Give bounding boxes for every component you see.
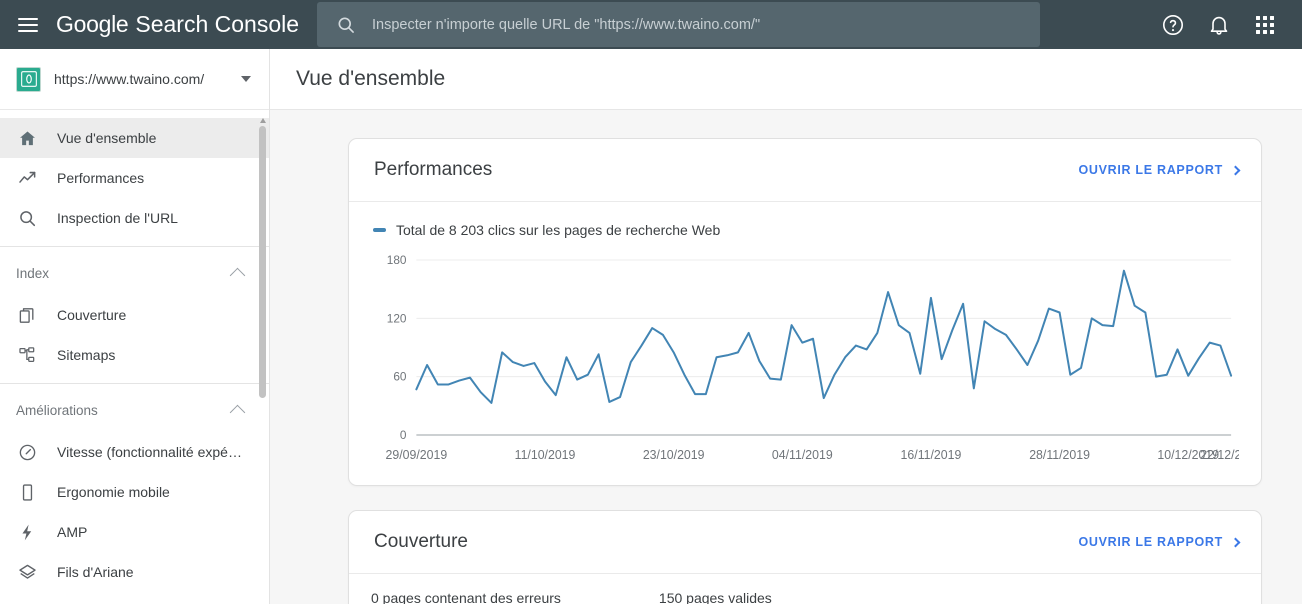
- chevron-up-icon[interactable]: [229, 267, 246, 283]
- help-circle-icon[interactable]: [1150, 0, 1196, 49]
- svg-text:60: 60: [393, 370, 407, 384]
- sidebar-scroll-area: Vue d'ensemble Performances Inspection d…: [0, 110, 269, 604]
- scroll-up-arrow-icon[interactable]: [259, 116, 266, 124]
- sidebar-item-label: Ergonomie mobile: [57, 484, 170, 500]
- clicks-line-chart[interactable]: 0 60 120 180 29/09/2019 11/10/2019 23/10/2019 0…: [371, 248, 1239, 473]
- performance-open-report-link[interactable]: Ouvrir le rapport: [1078, 163, 1241, 177]
- svg-text:0: 0: [400, 428, 407, 442]
- sidebar-item-label: Performances: [57, 170, 145, 186]
- url-inspection-search-bar[interactable]: [317, 2, 1040, 47]
- svg-text:22/12/2019: 22/12/2019: [1200, 448, 1239, 462]
- header-actions: [1150, 0, 1288, 49]
- search-icon: [16, 209, 38, 228]
- sidebar-item-fils-dariane[interactable]: Fils d'Ariane: [0, 552, 269, 592]
- sidebar-item-vue-densemble[interactable]: Vue d'ensemble: [0, 118, 269, 158]
- performance-card-title: Performances: [374, 159, 493, 180]
- sidebar: https://www.twaino.com/ Vue d'ensemble P…: [0, 49, 270, 604]
- sidebar-item-sitemaps[interactable]: Sitemaps: [0, 335, 269, 375]
- svg-text:180: 180: [387, 253, 407, 267]
- hamburger-menu-icon[interactable]: [18, 13, 42, 37]
- cards-container: Performances Ouvrir le rapport Total de …: [270, 110, 1302, 604]
- property-selector[interactable]: https://www.twaino.com/: [0, 49, 269, 110]
- coverage-errors-stat: 0 pages contenant des erreurs: [371, 590, 561, 604]
- sidebar-section-title: Améliorations: [16, 402, 98, 418]
- sidebar-item-couverture[interactable]: Couverture: [0, 295, 269, 335]
- coverage-open-report-link[interactable]: Ouvrir le rapport: [1078, 535, 1241, 549]
- sidebar-section-ameliorations[interactable]: Améliorations: [0, 388, 269, 432]
- coverage-valid-stat: 150 pages valides: [658, 590, 772, 604]
- svg-text:04/11/2019: 04/11/2019: [772, 448, 833, 462]
- svg-text:11/10/2019: 11/10/2019: [515, 448, 576, 462]
- sidebar-item-label: AMP: [57, 524, 88, 540]
- chevron-right-icon: [1230, 537, 1241, 547]
- svg-text:16/11/2019: 16/11/2019: [901, 448, 962, 462]
- pages-icon: [16, 306, 38, 325]
- svg-text:23/10/2019: 23/10/2019: [643, 448, 705, 462]
- brand-product-text: Search Console: [135, 11, 300, 37]
- mobile-icon: [16, 483, 38, 502]
- main-content: Vue d'ensemble Performances Ouvrir le ra…: [270, 49, 1302, 604]
- apps-grid-icon[interactable]: [1242, 0, 1288, 49]
- sidebar-divider: [0, 246, 269, 247]
- bolt-icon: [16, 523, 38, 542]
- clicks-chart-svg: 0 60 120 180 29/09/2019 11/10/2019 23/10/2019 0…: [386, 253, 1239, 462]
- sidebar-item-label: Fils d'Ariane: [57, 564, 134, 580]
- chevron-up-icon[interactable]: [229, 404, 246, 420]
- sidebar-item-label: Vue d'ensemble: [57, 130, 157, 146]
- bell-icon[interactable]: [1196, 0, 1242, 49]
- coverage-card-header: Couverture Ouvrir le rapport: [349, 511, 1261, 574]
- performance-card-header: Performances Ouvrir le rapport: [349, 139, 1261, 202]
- home-icon: [16, 129, 38, 148]
- sidebar-item-label: Vitesse (fonctionnalité expé…: [57, 444, 242, 460]
- sidebar-scrollbar[interactable]: [259, 116, 266, 598]
- sidebar-item-ergonomie-mobile[interactable]: Ergonomie mobile: [0, 472, 269, 512]
- search-input[interactable]: [372, 16, 1040, 33]
- legend-color-swatch: [373, 228, 386, 232]
- open-report-label: Ouvrir le rapport: [1078, 535, 1223, 549]
- sidebar-item-label: Inspection de l'URL: [57, 210, 178, 226]
- sidebar-item-label: Sitemaps: [57, 347, 116, 363]
- sidebar-section-title: Index: [16, 265, 50, 281]
- svg-text:28/11/2019: 28/11/2019: [1029, 448, 1090, 462]
- layers-icon: [16, 563, 38, 582]
- sidebar-item-performances[interactable]: Performances: [0, 158, 269, 198]
- coverage-card-title: Couverture: [374, 531, 468, 552]
- page-header: Vue d'ensemble: [270, 49, 1302, 110]
- brand-logo: Google Search Console: [56, 11, 299, 38]
- page-title: Vue d'ensemble: [296, 67, 446, 90]
- sidebar-item-vitesse[interactable]: Vitesse (fonctionnalité expé…: [0, 432, 269, 472]
- sidebar-scrollbar-thumb[interactable]: [259, 126, 266, 398]
- twaino-favicon-icon: [16, 66, 41, 92]
- speedometer-icon: [16, 443, 38, 462]
- svg-text:29/09/2019: 29/09/2019: [386, 448, 448, 462]
- app-root: Google Search Console Inspecter n'import…: [0, 0, 1302, 604]
- brand-google-text: Google: [56, 11, 129, 37]
- open-report-label: Ouvrir le rapport: [1078, 163, 1223, 177]
- top-header: Google Search Console: [0, 0, 1302, 49]
- sidebar-nav: Vue d'ensemble Performances Inspection d…: [0, 110, 269, 592]
- search-icon: [336, 15, 356, 35]
- chevron-down-icon[interactable]: [241, 76, 251, 82]
- performance-card: Performances Ouvrir le rapport Total de …: [348, 138, 1262, 486]
- trending-up-icon: [16, 169, 38, 188]
- performance-card-body: Total de 8 203 clics sur les pages de re…: [349, 202, 1261, 485]
- sidebar-item-inspection-url[interactable]: Inspection de l'URL: [0, 198, 269, 238]
- sidebar-divider: [0, 383, 269, 384]
- sidebar-item-label: Couverture: [57, 307, 127, 323]
- coverage-card-body: 0 pages contenant des erreurs 150 pages …: [349, 574, 1261, 604]
- chevron-right-icon: [1230, 165, 1241, 175]
- legend-label: Total de 8 203 clics sur les pages de re…: [396, 222, 721, 238]
- sitemap-icon: [16, 346, 38, 365]
- sidebar-section-index[interactable]: Index: [0, 251, 269, 295]
- sidebar-item-amp[interactable]: AMP: [0, 512, 269, 552]
- coverage-card: Couverture Ouvrir le rapport 0 pages con…: [348, 510, 1262, 604]
- svg-text:120: 120: [387, 311, 407, 325]
- property-url-label: https://www.twaino.com/: [54, 71, 205, 87]
- chart-legend[interactable]: Total de 8 203 clics sur les pages de re…: [373, 222, 1239, 238]
